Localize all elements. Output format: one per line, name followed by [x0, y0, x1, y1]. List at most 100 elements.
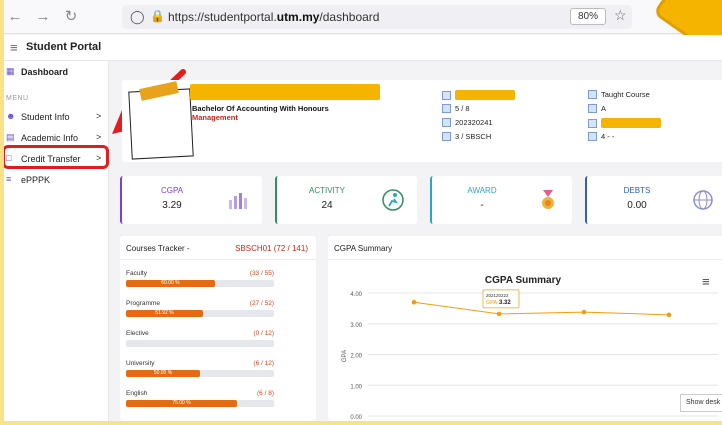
- y-axis-label: GPA: [342, 350, 348, 362]
- book-icon: ▤: [6, 132, 15, 142]
- progress-track: 75.00 %: [126, 400, 274, 407]
- browser-window: ← → ↻ ◯ 🔒 https://studentportal.utm.my/d…: [4, 0, 722, 421]
- faculty-name: Management: [192, 113, 238, 122]
- tracker-row-count: (6 / 12): [253, 360, 274, 367]
- bar-chart-icon: [229, 193, 247, 209]
- tracker-row: University (6 / 12) 50.00 %: [126, 360, 274, 382]
- sidebar-item-epppk[interactable]: ≡ ePPPK: [4, 172, 109, 190]
- info-icon: [588, 119, 597, 128]
- id-card-icon: [442, 91, 451, 100]
- y-tick-label: 1.00: [350, 384, 362, 390]
- progress-fill: 51.92 %: [126, 310, 203, 317]
- info-redacted: [588, 118, 661, 128]
- stat-title: AWARD: [467, 186, 497, 195]
- status-icon: [442, 132, 451, 141]
- tracker-row-label: Programme: [126, 300, 160, 307]
- chevron-right-icon: >: [96, 111, 102, 121]
- menu-header: MENU: [6, 95, 29, 102]
- address-bar[interactable]: ◯ 🔒 https://studentportal.utm.my/dashboa…: [122, 5, 632, 29]
- info-extra: 4 - -: [588, 132, 614, 141]
- shield-icon[interactable]: ◯: [130, 9, 145, 25]
- courses-tracker-panel: Courses Tracker - SBSCH01 (72 / 141) Fac…: [120, 236, 316, 421]
- tracker-row-label: Elective: [126, 330, 149, 337]
- sidebar-item-student-info[interactable]: ☻ Student Info >: [4, 109, 109, 127]
- reload-icon[interactable]: ↻: [62, 8, 80, 26]
- sidebar-item-dashboard[interactable]: ▦ Dashboard: [4, 64, 109, 82]
- lock-icon[interactable]: 🔒: [150, 9, 165, 23]
- y-tick-label: 4.00: [350, 292, 362, 298]
- tracker-row-label: Faculty: [126, 270, 147, 277]
- cgpa-chart: CGPA Summary 0.00 1.00 2.00 3.00 4.00 GPA 20212…: [342, 275, 718, 421]
- tracker-row-count: (27 / 52): [249, 300, 274, 307]
- sidebar-item-label: Dashboard: [21, 67, 69, 77]
- stat-value: -: [480, 200, 484, 211]
- series-line: [413, 301, 670, 316]
- app-title: Student Portal: [26, 41, 102, 53]
- tracker-row-label: University: [126, 360, 155, 367]
- sidebar-item-label: Academic Info: [21, 133, 79, 143]
- tracker-header: Courses Tracker - SBSCH01 (72 / 141): [120, 236, 316, 260]
- stat-value: 24: [321, 200, 333, 211]
- hamburger-icon[interactable]: ≡: [10, 40, 18, 55]
- tracker-row-label: English: [126, 390, 148, 397]
- globe-icon: [693, 190, 713, 210]
- phone-icon: [588, 132, 597, 141]
- url-text[interactable]: https://studentportal.utm.my/dashboard: [168, 10, 379, 24]
- stat-title: DEBTS: [623, 186, 651, 195]
- list-icon: ≡: [6, 174, 12, 184]
- show-desktop-button[interactable]: Show desk: [680, 394, 722, 412]
- chevron-right-icon: >: [96, 132, 102, 142]
- sidebar-item-label: Student Info: [21, 112, 70, 122]
- y-tick-label: 3.00: [350, 323, 362, 329]
- data-point: [411, 299, 417, 305]
- course-icon: [588, 90, 597, 99]
- user-icon: ☻: [6, 111, 16, 121]
- calendar-icon: [442, 104, 451, 113]
- redacted-id: [455, 90, 515, 100]
- profile-photo-placeholder: [128, 88, 194, 160]
- redacted-name: [190, 84, 380, 100]
- stat-value: 3.29: [162, 200, 182, 211]
- back-icon[interactable]: ←: [6, 8, 24, 26]
- stat-card-activity[interactable]: ACTIVITY 24: [275, 176, 417, 224]
- data-point: [496, 311, 502, 317]
- redacted-field: [601, 118, 661, 128]
- tracker-row: Programme (27 / 52) 51.92 %: [126, 300, 274, 322]
- sidebar-item-label: ePPPK: [21, 175, 51, 185]
- info-taught-course: Taught Course: [588, 90, 650, 99]
- info-semester: 5 / 8: [442, 104, 470, 113]
- tracker-row-count: (0 / 12): [253, 330, 274, 337]
- y-tick-label: 2.00: [350, 354, 362, 360]
- progress-track: 60.00 %: [126, 280, 274, 287]
- tracker-code: SBSCH01 (72 / 141): [235, 244, 308, 253]
- runner-icon: [382, 189, 404, 211]
- zoom-level[interactable]: 80%: [570, 8, 606, 25]
- stat-card-cgpa[interactable]: CGPA 3.29: [120, 176, 262, 224]
- highlight-box: [4, 145, 109, 169]
- tracker-row: Elective (0 / 12): [126, 330, 274, 352]
- grade-icon: [588, 104, 597, 113]
- stat-title: CGPA: [160, 186, 184, 195]
- app-header: ≡ Student Portal: [4, 35, 722, 61]
- session-icon: [442, 118, 451, 127]
- progress-fill: 50.00 %: [126, 370, 200, 377]
- data-point: [581, 309, 587, 315]
- stat-card-award[interactable]: AWARD -: [430, 176, 572, 224]
- sidebar: ▦ Dashboard MENU ☻ Student Info > ▤ Acad…: [4, 61, 109, 421]
- dashboard-icon: ▦: [6, 66, 15, 76]
- chart-title: CGPA Summary: [485, 275, 562, 286]
- tracker-row-count: (33 / 55): [249, 270, 274, 277]
- progress-track: [126, 340, 274, 347]
- y-tick-label: 0.00: [350, 415, 362, 421]
- stat-card-debts[interactable]: DEBTS 0.00: [585, 176, 722, 224]
- cgpa-panel-header: CGPA Summary: [328, 236, 722, 260]
- tracker-row-count: (6 / 8): [257, 390, 274, 397]
- info-session: 202320241: [442, 118, 493, 127]
- browser-toolbar: ← → ↻ ◯ 🔒 https://studentportal.utm.my/d…: [4, 0, 722, 59]
- tooltip-session: 202120222: [486, 293, 509, 298]
- tracker-row: English (6 / 8) 75.00 %: [126, 390, 274, 412]
- info-status: 3 / SBSCH: [442, 132, 491, 141]
- info-id: [442, 90, 515, 100]
- bookmark-star-icon[interactable]: ☆: [614, 7, 627, 24]
- forward-icon[interactable]: →: [34, 8, 52, 26]
